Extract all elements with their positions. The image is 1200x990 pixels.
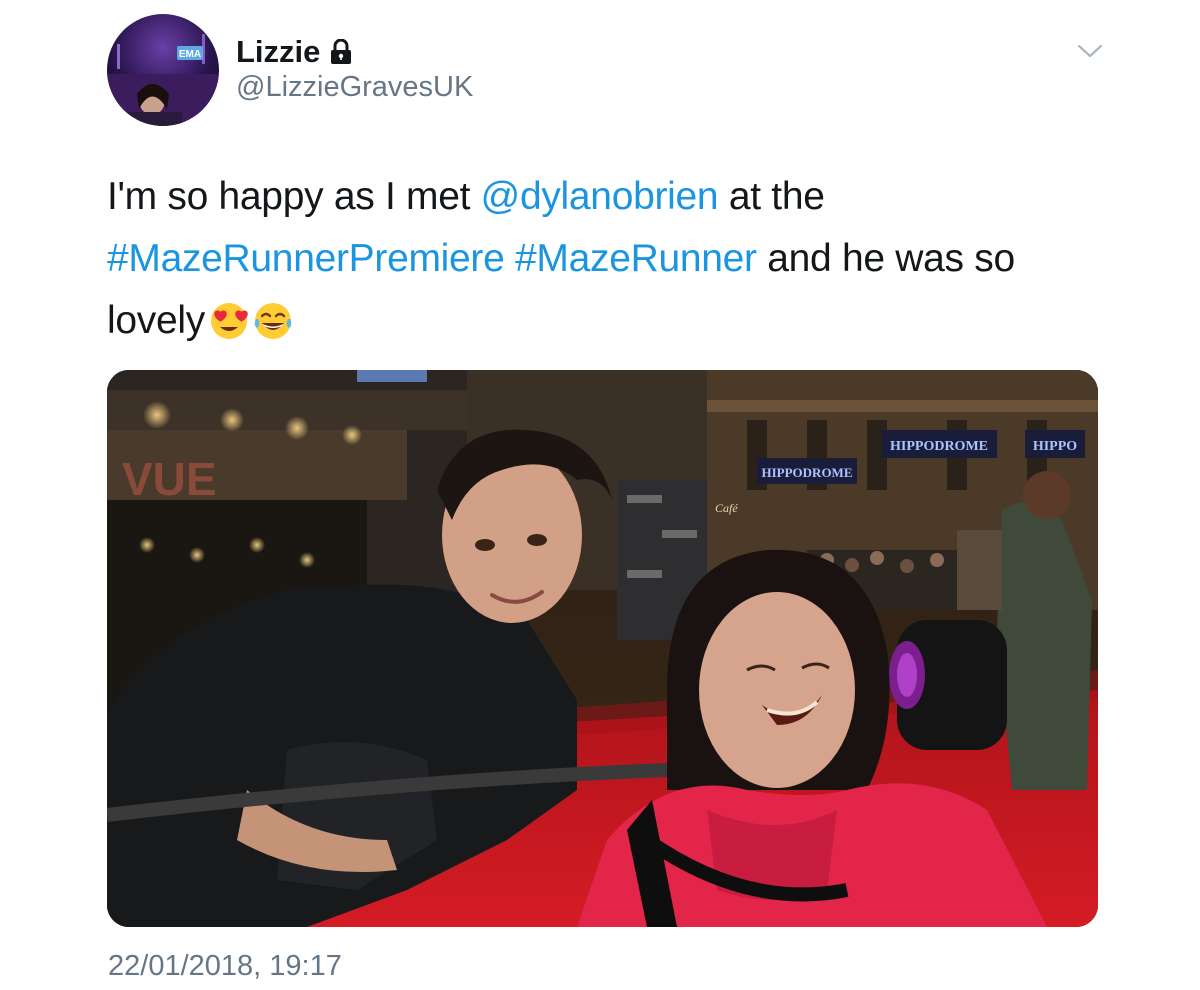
author-handle[interactable]: @LizzieGravesUK (236, 70, 473, 104)
heart-eyes-emoji-icon (209, 298, 249, 339)
tweet-card: EMA Lizzie @LizzieGravesUK I'm so happy … (0, 0, 1200, 990)
tweet-text-part: at the (718, 175, 825, 218)
tweet-photo[interactable]: VUE HIPPODROME HIPPODROME HIPPO Café (107, 370, 1098, 927)
hippodrome-sign: HIPPO (1033, 439, 1077, 454)
cafe-sign: Café (715, 501, 738, 515)
svg-text:EMA: EMA (179, 49, 201, 60)
hippodrome-sign: HIPPODROME (890, 439, 988, 454)
tweet-text-part: I'm so happy as I met (107, 175, 481, 218)
avatar[interactable]: EMA (107, 14, 219, 126)
chevron-down-icon[interactable] (1076, 40, 1104, 62)
display-name[interactable]: Lizzie (236, 34, 320, 70)
tears-of-joy-emoji-icon (253, 298, 293, 339)
author-name-row[interactable]: Lizzie (236, 34, 352, 70)
hashtag-link[interactable]: #MazeRunner (515, 237, 757, 280)
mention-link[interactable]: @dylanobrien (481, 175, 719, 218)
tweet-text-space (504, 237, 515, 280)
hippodrome-sign: HIPPODROME (762, 465, 853, 480)
timestamp[interactable]: 22/01/2018, 19:17 (108, 948, 342, 984)
tweet-text: I'm so happy as I met @dylanobrien at th… (107, 166, 1107, 352)
lock-icon (330, 38, 352, 65)
vue-sign: VUE (122, 453, 217, 505)
hashtag-link[interactable]: #MazeRunnerPremiere (107, 237, 505, 280)
